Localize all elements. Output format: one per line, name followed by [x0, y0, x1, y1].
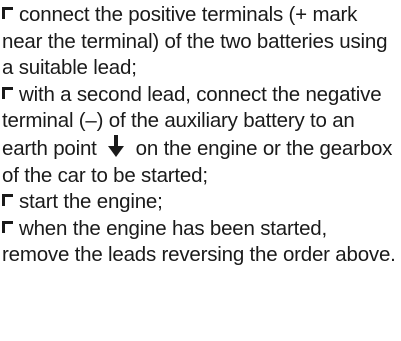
step-text: connect the positive terminals (+ mark n…	[2, 3, 388, 80]
earth-ground-icon	[108, 134, 125, 159]
corner-bullet-icon	[2, 7, 13, 19]
instruction-step-1: connect the positive terminals (+ mark n…	[2, 2, 397, 82]
step-text: start the engine;	[19, 190, 163, 214]
step-text: when the engine has been started, remove…	[2, 216, 396, 267]
instruction-step-2: with a second lead, connect the negative…	[2, 82, 397, 189]
corner-bullet-icon	[2, 220, 13, 233]
instruction-step-4: when the engine has been started, remove…	[2, 216, 397, 269]
corner-bullet-icon	[2, 194, 13, 207]
instruction-list: connect the positive terminals (+ mark n…	[0, 0, 401, 341]
corner-bullet-icon	[2, 86, 13, 99]
instruction-step-3: start the engine;	[2, 189, 397, 216]
